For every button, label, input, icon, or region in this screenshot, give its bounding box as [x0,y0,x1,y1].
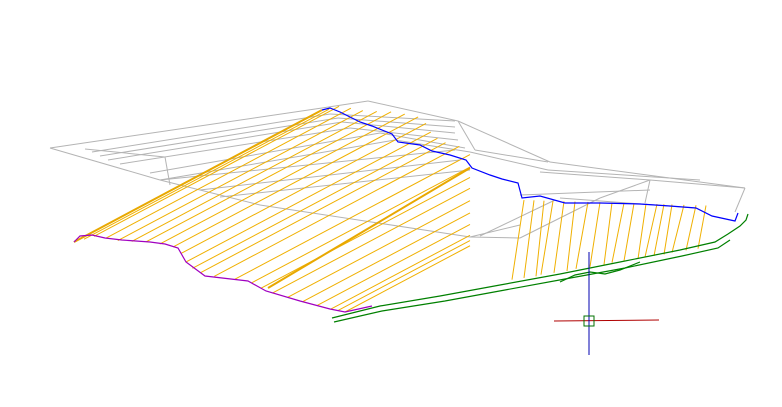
crosshair-cursor-icon [553,252,660,355]
mesh-edge [107,121,343,161]
hatch-line [685,205,697,251]
hatch-line [511,199,525,280]
mesh-edge [734,187,746,213]
slope-hatch-lines [73,105,707,313]
toe-polyline [331,213,749,323]
mesh-edge [321,100,369,109]
hatch-line [330,234,471,310]
hatch-line [145,111,392,243]
mesh-edge [149,132,381,174]
hatch-line [344,245,471,313]
hatch-line [575,201,589,269]
mesh-edge [457,120,476,151]
ridge-line-left [73,109,323,243]
hatch-line [623,203,635,262]
drawing-canvas[interactable] [0,0,782,407]
surface-wireframe-mesh [49,100,746,239]
hatch-line [200,142,446,274]
hatch-line [611,202,625,263]
mesh-edge [49,147,161,181]
mesh-edge [91,113,331,153]
toe-polyline-upper [331,213,749,319]
hatch-line [671,204,685,253]
hatch-line [251,166,471,284]
mesh-edge [599,179,651,199]
mesh-edge [469,236,521,239]
mesh-edge [367,100,459,122]
mesh-edge [457,120,551,163]
mesh-edge [519,189,651,196]
hatch-line [603,202,613,265]
cursor-x-axis [553,319,660,322]
hatch-line [637,203,647,259]
hatch-line [105,107,352,239]
hatch-line [663,204,673,255]
hatch-line [553,201,565,273]
ridge-line-middle [267,167,471,289]
hatch-line [214,145,460,277]
mesh-edge [469,224,521,238]
mesh-edge [644,179,651,204]
mesh-edge [469,151,549,171]
hatch-line [180,123,427,254]
hatch-line [302,212,471,303]
hatch-line [589,202,601,267]
mesh-edge [164,156,171,186]
cad-drawing-viewport[interactable] [0,0,782,407]
hatch-line [271,187,471,294]
